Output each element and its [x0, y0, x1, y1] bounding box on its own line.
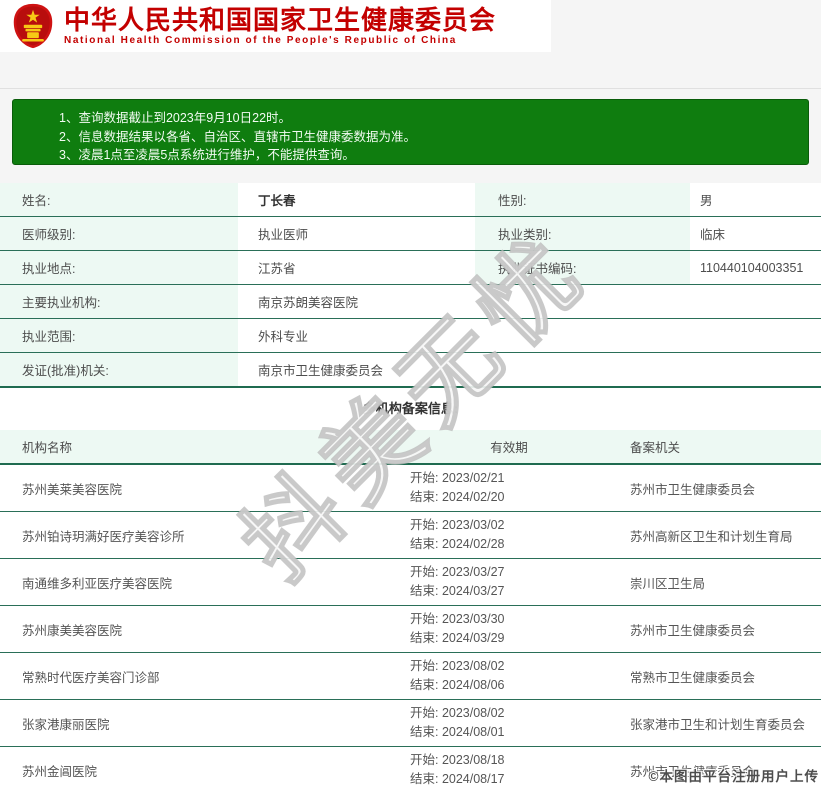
- practice-location-label: 执业地点:: [0, 251, 238, 284]
- valid-period: 开始: 2023/08/18 结束: 2024/08/17: [388, 747, 608, 786]
- main-org-value: 南京苏朗美容医院: [238, 285, 821, 318]
- main-org-label: 主要执业机构:: [0, 285, 238, 318]
- profile-grid: 姓名: 丁长春 性别: 男 医师级别: 执业医师 执业类别: 临床 执业地点: …: [0, 183, 821, 388]
- practice-category-label: 执业类别:: [475, 217, 690, 250]
- gender-label: 性别:: [475, 183, 690, 216]
- filing-authority: 崇川区卫生局: [608, 559, 821, 605]
- org-name: 张家港康丽医院: [0, 700, 388, 746]
- practice-scope-value: 外科专业: [238, 319, 821, 352]
- multi-org-section-title: 多机构备案信息:: [0, 388, 821, 430]
- gender-value: 男: [690, 183, 821, 216]
- table-row: 常熟时代医疗美容门诊部 开始: 2023/08/02 结束: 2024/08/0…: [0, 653, 821, 700]
- valid-end: 结束: 2024/02/20: [410, 488, 608, 507]
- org-name: 常熟时代医疗美容门诊部: [0, 653, 388, 699]
- certificate-number-value: 110440104003351: [690, 251, 821, 284]
- page: 中华人民共和国国家卫生健康委员会 National Health Commiss…: [0, 0, 821, 786]
- column-header-org-name: 机构名称: [0, 437, 388, 456]
- column-header-filing-authority: 备案机关: [608, 437, 821, 456]
- table-row: 苏州康美美容医院 开始: 2023/03/30 结束: 2024/03/29 苏…: [0, 606, 821, 653]
- notice-line-2: 2、信息数据结果以各省、自治区、直辖市卫生健康委数据为准。: [59, 128, 798, 147]
- valid-start: 开始: 2023/02/21: [410, 469, 608, 488]
- national-emblem-icon[interactable]: [12, 3, 54, 49]
- table-row: 张家港康丽医院 开始: 2023/08/02 结束: 2024/08/01 张家…: [0, 700, 821, 747]
- filing-authority: 苏州市卫生健康委员会: [608, 747, 821, 786]
- valid-period: 开始: 2023/03/02 结束: 2024/02/28: [388, 512, 608, 558]
- valid-period: 开始: 2023/03/30 结束: 2024/03/29: [388, 606, 608, 652]
- org-name: 苏州金阊医院: [0, 747, 388, 786]
- practice-category-value: 临床: [690, 217, 821, 250]
- profile-row-name-gender: 姓名: 丁长春 性别: 男: [0, 183, 821, 217]
- table-row: 苏州金阊医院 开始: 2023/08/18 结束: 2024/08/17 苏州市…: [0, 747, 821, 786]
- filing-authority: 张家港市卫生和计划生育委员会: [608, 700, 821, 746]
- profile-row-main-org: 主要执业机构: 南京苏朗美容医院: [0, 285, 821, 319]
- org-name: 苏州美莱美容医院: [0, 465, 388, 511]
- name-value: 丁长春: [238, 183, 475, 216]
- multi-org-table: 机构名称 有效期 备案机关 苏州美莱美容医院 开始: 2023/02/21 结束…: [0, 430, 821, 786]
- top-band: 中华人民共和国国家卫生健康委员会 National Health Commiss…: [0, 0, 821, 183]
- valid-period: 开始: 2023/02/21 结束: 2024/02/20: [388, 465, 608, 511]
- filing-authority: 苏州市卫生健康委员会: [608, 606, 821, 652]
- practice-location-value: 江苏省: [238, 251, 475, 284]
- profile-row-level-category: 医师级别: 执业医师 执业类别: 临床: [0, 217, 821, 251]
- site-header: 中华人民共和国国家卫生健康委员会 National Health Commiss…: [0, 0, 551, 52]
- table-row: 苏州铂诗玥满好医疗美容诊所 开始: 2023/03/02 结束: 2024/02…: [0, 512, 821, 559]
- valid-end: 结束: 2024/03/29: [410, 629, 608, 648]
- certificate-number-label: 执业证书编码:: [475, 251, 690, 284]
- valid-period: 开始: 2023/08/02 结束: 2024/08/01: [388, 700, 608, 746]
- valid-end: 结束: 2024/03/27: [410, 582, 608, 601]
- org-name: 苏州铂诗玥满好医疗美容诊所: [0, 512, 388, 558]
- table-header-row: 机构名称 有效期 备案机关: [0, 430, 821, 465]
- valid-end: 结束: 2024/08/01: [410, 723, 608, 742]
- profile-row-location-cert: 执业地点: 江苏省 执业证书编码: 110440104003351: [0, 251, 821, 285]
- profile-row-scope: 执业范围: 外科专业: [0, 319, 821, 353]
- column-header-valid-period: 有效期: [388, 437, 608, 456]
- site-titles: 中华人民共和国国家卫生健康委员会 National Health Commiss…: [64, 6, 496, 46]
- filing-authority: 常熟市卫生健康委员会: [608, 653, 821, 699]
- notice-line-3: 3、凌晨1点至凌晨5点系统进行维护，不能提供查询。: [59, 146, 798, 165]
- doctor-level-label: 医师级别:: [0, 217, 238, 250]
- doctor-level-value: 执业医师: [238, 217, 475, 250]
- notice-box: 1、查询数据截止到2023年9月10日22时。 2、信息数据结果以各省、自治区、…: [12, 99, 809, 165]
- valid-start: 开始: 2023/03/27: [410, 563, 608, 582]
- table-row: 苏州美莱美容医院 开始: 2023/02/21 结束: 2024/02/20 苏…: [0, 465, 821, 512]
- valid-end: 结束: 2024/02/28: [410, 535, 608, 554]
- table-row: 南通维多利亚医疗美容医院 开始: 2023/03/27 结束: 2024/03/…: [0, 559, 821, 606]
- issuing-authority-value: 南京市卫生健康委员会: [238, 353, 821, 386]
- org-name: 苏州康美美容医院: [0, 606, 388, 652]
- name-label: 姓名:: [0, 183, 238, 216]
- valid-start: 开始: 2023/03/02: [410, 516, 608, 535]
- valid-start: 开始: 2023/08/18: [410, 751, 608, 770]
- valid-start: 开始: 2023/08/02: [410, 704, 608, 723]
- practice-scope-label: 执业范围:: [0, 319, 238, 352]
- site-title-english: National Health Commission of the People…: [64, 35, 496, 46]
- org-name: 南通维多利亚医疗美容医院: [0, 559, 388, 605]
- valid-period: 开始: 2023/08/02 结束: 2024/08/06: [388, 653, 608, 699]
- valid-end: 结束: 2024/08/17: [410, 770, 608, 786]
- valid-end: 结束: 2024/08/06: [410, 676, 608, 695]
- valid-period: 开始: 2023/03/27 结束: 2024/03/27: [388, 559, 608, 605]
- notice-line-1: 1、查询数据截止到2023年9月10日22时。: [59, 109, 798, 128]
- header-divider: [0, 88, 821, 89]
- issuing-authority-label: 发证(批准)机关:: [0, 353, 238, 386]
- filing-authority: 苏州高新区卫生和计划生育局: [608, 512, 821, 558]
- valid-start: 开始: 2023/08/02: [410, 657, 608, 676]
- filing-authority: 苏州市卫生健康委员会: [608, 465, 821, 511]
- valid-start: 开始: 2023/03/30: [410, 610, 608, 629]
- profile-row-authority: 发证(批准)机关: 南京市卫生健康委员会: [0, 353, 821, 388]
- site-title-chinese: 中华人民共和国国家卫生健康委员会: [64, 6, 496, 34]
